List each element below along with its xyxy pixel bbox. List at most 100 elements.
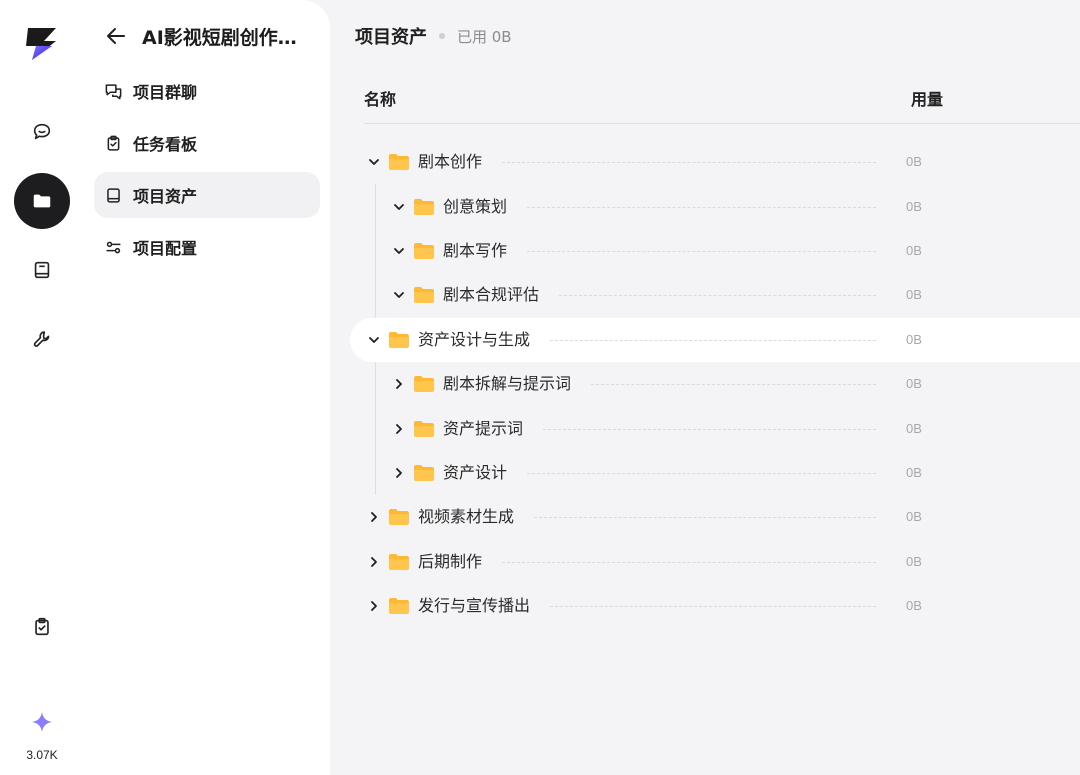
tree-row[interactable]: 视频素材生成 0B [330,495,1080,539]
folder-name: 剧本创作 [418,152,483,172]
asset-tree: 剧本创作 0B 创意策划 0B 剧本写作 0B 剧本合规评估 0B 资产设计与生成 0B 剧本拆解与… [330,140,1080,628]
dashed-leader [550,339,876,341]
folder-name: 发行与宣传播出 [418,596,531,616]
folder-icon [388,597,410,615]
tree-row[interactable]: 资产设计与生成 0B [350,317,1080,362]
rail-assets-button[interactable] [14,173,70,229]
dashed-leader [559,295,876,297]
nav-item-assets[interactable]: 项目资产 [94,172,320,218]
tree-row[interactable]: 后期制作 0B [330,540,1080,584]
project-sidebar: AI影视短剧创作… 项目群聊 任务看板 项目资产 项目配置 [84,0,330,775]
dashed-leader [550,606,876,608]
tree-row-content: 剧本拆解与提示词 0B [330,362,1080,406]
tree-row-content: 资产设计与生成 0B [330,318,1080,362]
tree-row[interactable]: 剧本写作 0B [330,229,1080,273]
page-title: 项目资产 [355,27,427,48]
chevron-right-icon[interactable] [366,554,382,570]
folder-size: 0B [906,376,922,392]
nav-item-label: 项目资产 [133,187,198,206]
sparkle-icon [32,712,52,732]
dashed-leader [543,428,876,430]
dashed-leader [534,517,876,519]
chevron-right-icon[interactable] [391,465,407,481]
settings-sliders-icon [106,241,121,253]
folder-icon [388,153,410,171]
nav-item-group-chat[interactable]: 项目群聊 [94,68,320,114]
column-usage[interactable]: 用量 [911,86,943,110]
back-arrow-icon[interactable] [104,24,128,48]
tree-row[interactable]: 创意策划 0B [330,184,1080,228]
tree-row-content: 后期制作 0B [330,540,1080,584]
folder-size: 0B [906,242,922,258]
chevron-down-icon[interactable] [366,332,382,348]
folder-size: 0B [906,198,922,214]
rail-tools-button[interactable] [14,311,70,367]
chevron-down-icon[interactable] [391,199,407,215]
tree-row[interactable]: 剧本合规评估 0B [330,273,1080,317]
folder-icon [413,286,435,304]
folder-name: 资产设计 [443,462,508,482]
rail-tasks-button[interactable] [14,599,70,655]
separator-dot [439,33,445,39]
tree-row-content: 剧本合规评估 0B [330,273,1080,317]
chevron-right-icon[interactable] [391,376,407,392]
nav-item-label: 任务看板 [133,135,198,154]
tree-row-content: 剧本创作 0B [330,140,1080,184]
tree-row-content: 视频素材生成 0B [330,495,1080,539]
nav-item-task-board[interactable]: 任务看板 [94,120,320,166]
folder-size: 0B [906,553,922,569]
chevron-down-icon[interactable] [391,287,407,303]
folder-size: 0B [906,420,922,436]
folder-icon [413,375,435,393]
folder-name: 后期制作 [418,551,483,571]
assets-main: 项目资产 已用 0B 名称 用量 剧本创作 0B 创意策划 0B 剧本写作 0B 剧本合规评… [330,0,1080,775]
chevron-down-icon[interactable] [366,154,382,170]
task-board-icon [107,135,120,151]
tree-row-content: 资产提示词 0B [330,406,1080,450]
folder-name: 资产提示词 [443,418,524,438]
folder-name: 资产设计与生成 [418,329,531,349]
chevron-right-icon[interactable] [366,598,382,614]
folder-icon [413,198,435,216]
project-nav: 项目群聊 任务看板 项目资产 项目配置 [94,68,320,276]
credits-balance[interactable]: 3.07K [0,710,84,762]
tree-row-content: 资产设计 0B [330,451,1080,495]
tree-row[interactable]: 发行与宣传播出 0B [330,584,1080,628]
folder-size: 0B [906,509,922,525]
tree-row-content: 剧本写作 0B [330,229,1080,273]
folder-size: 0B [906,331,922,347]
folder-icon [388,553,410,571]
app-logo[interactable] [22,24,62,64]
rail-library-button[interactable] [14,242,70,298]
group-chat-icon [105,83,122,99]
column-name[interactable]: 名称 [364,86,396,110]
tree-row[interactable]: 剧本创作 0B [330,140,1080,184]
rail-chat-button[interactable] [14,104,70,160]
clipboard-icon [35,617,49,636]
folder-size: 0B [906,154,922,170]
folder-size: 0B [906,464,922,480]
folder-icon [413,464,435,482]
tree-guide-line [375,362,376,496]
assets-icon [107,187,120,203]
chevron-down-icon[interactable] [391,243,407,259]
chevron-right-icon[interactable] [366,509,382,525]
tree-guide-line [375,184,376,318]
tree-row[interactable]: 剧本拆解与提示词 0B [330,362,1080,406]
folder-icon [388,331,410,349]
chevron-right-icon[interactable] [391,421,407,437]
folder-size: 0B [906,287,922,303]
nav-item-settings[interactable]: 项目配置 [94,224,320,270]
folder-icon [388,508,410,526]
tree-row[interactable]: 资产设计 0B [330,451,1080,495]
dashed-leader [502,561,876,563]
project-header: AI影视短剧创作… [104,20,320,52]
wrench-icon [33,331,50,347]
dashed-leader [591,384,876,386]
folder-name: 视频素材生成 [418,507,515,527]
project-title: AI影视短剧创作… [142,26,297,49]
dashed-leader [527,206,876,208]
tree-row[interactable]: 资产提示词 0B [330,406,1080,450]
nav-item-label: 项目配置 [133,239,198,258]
table-header: 名称 用量 [364,84,1080,124]
